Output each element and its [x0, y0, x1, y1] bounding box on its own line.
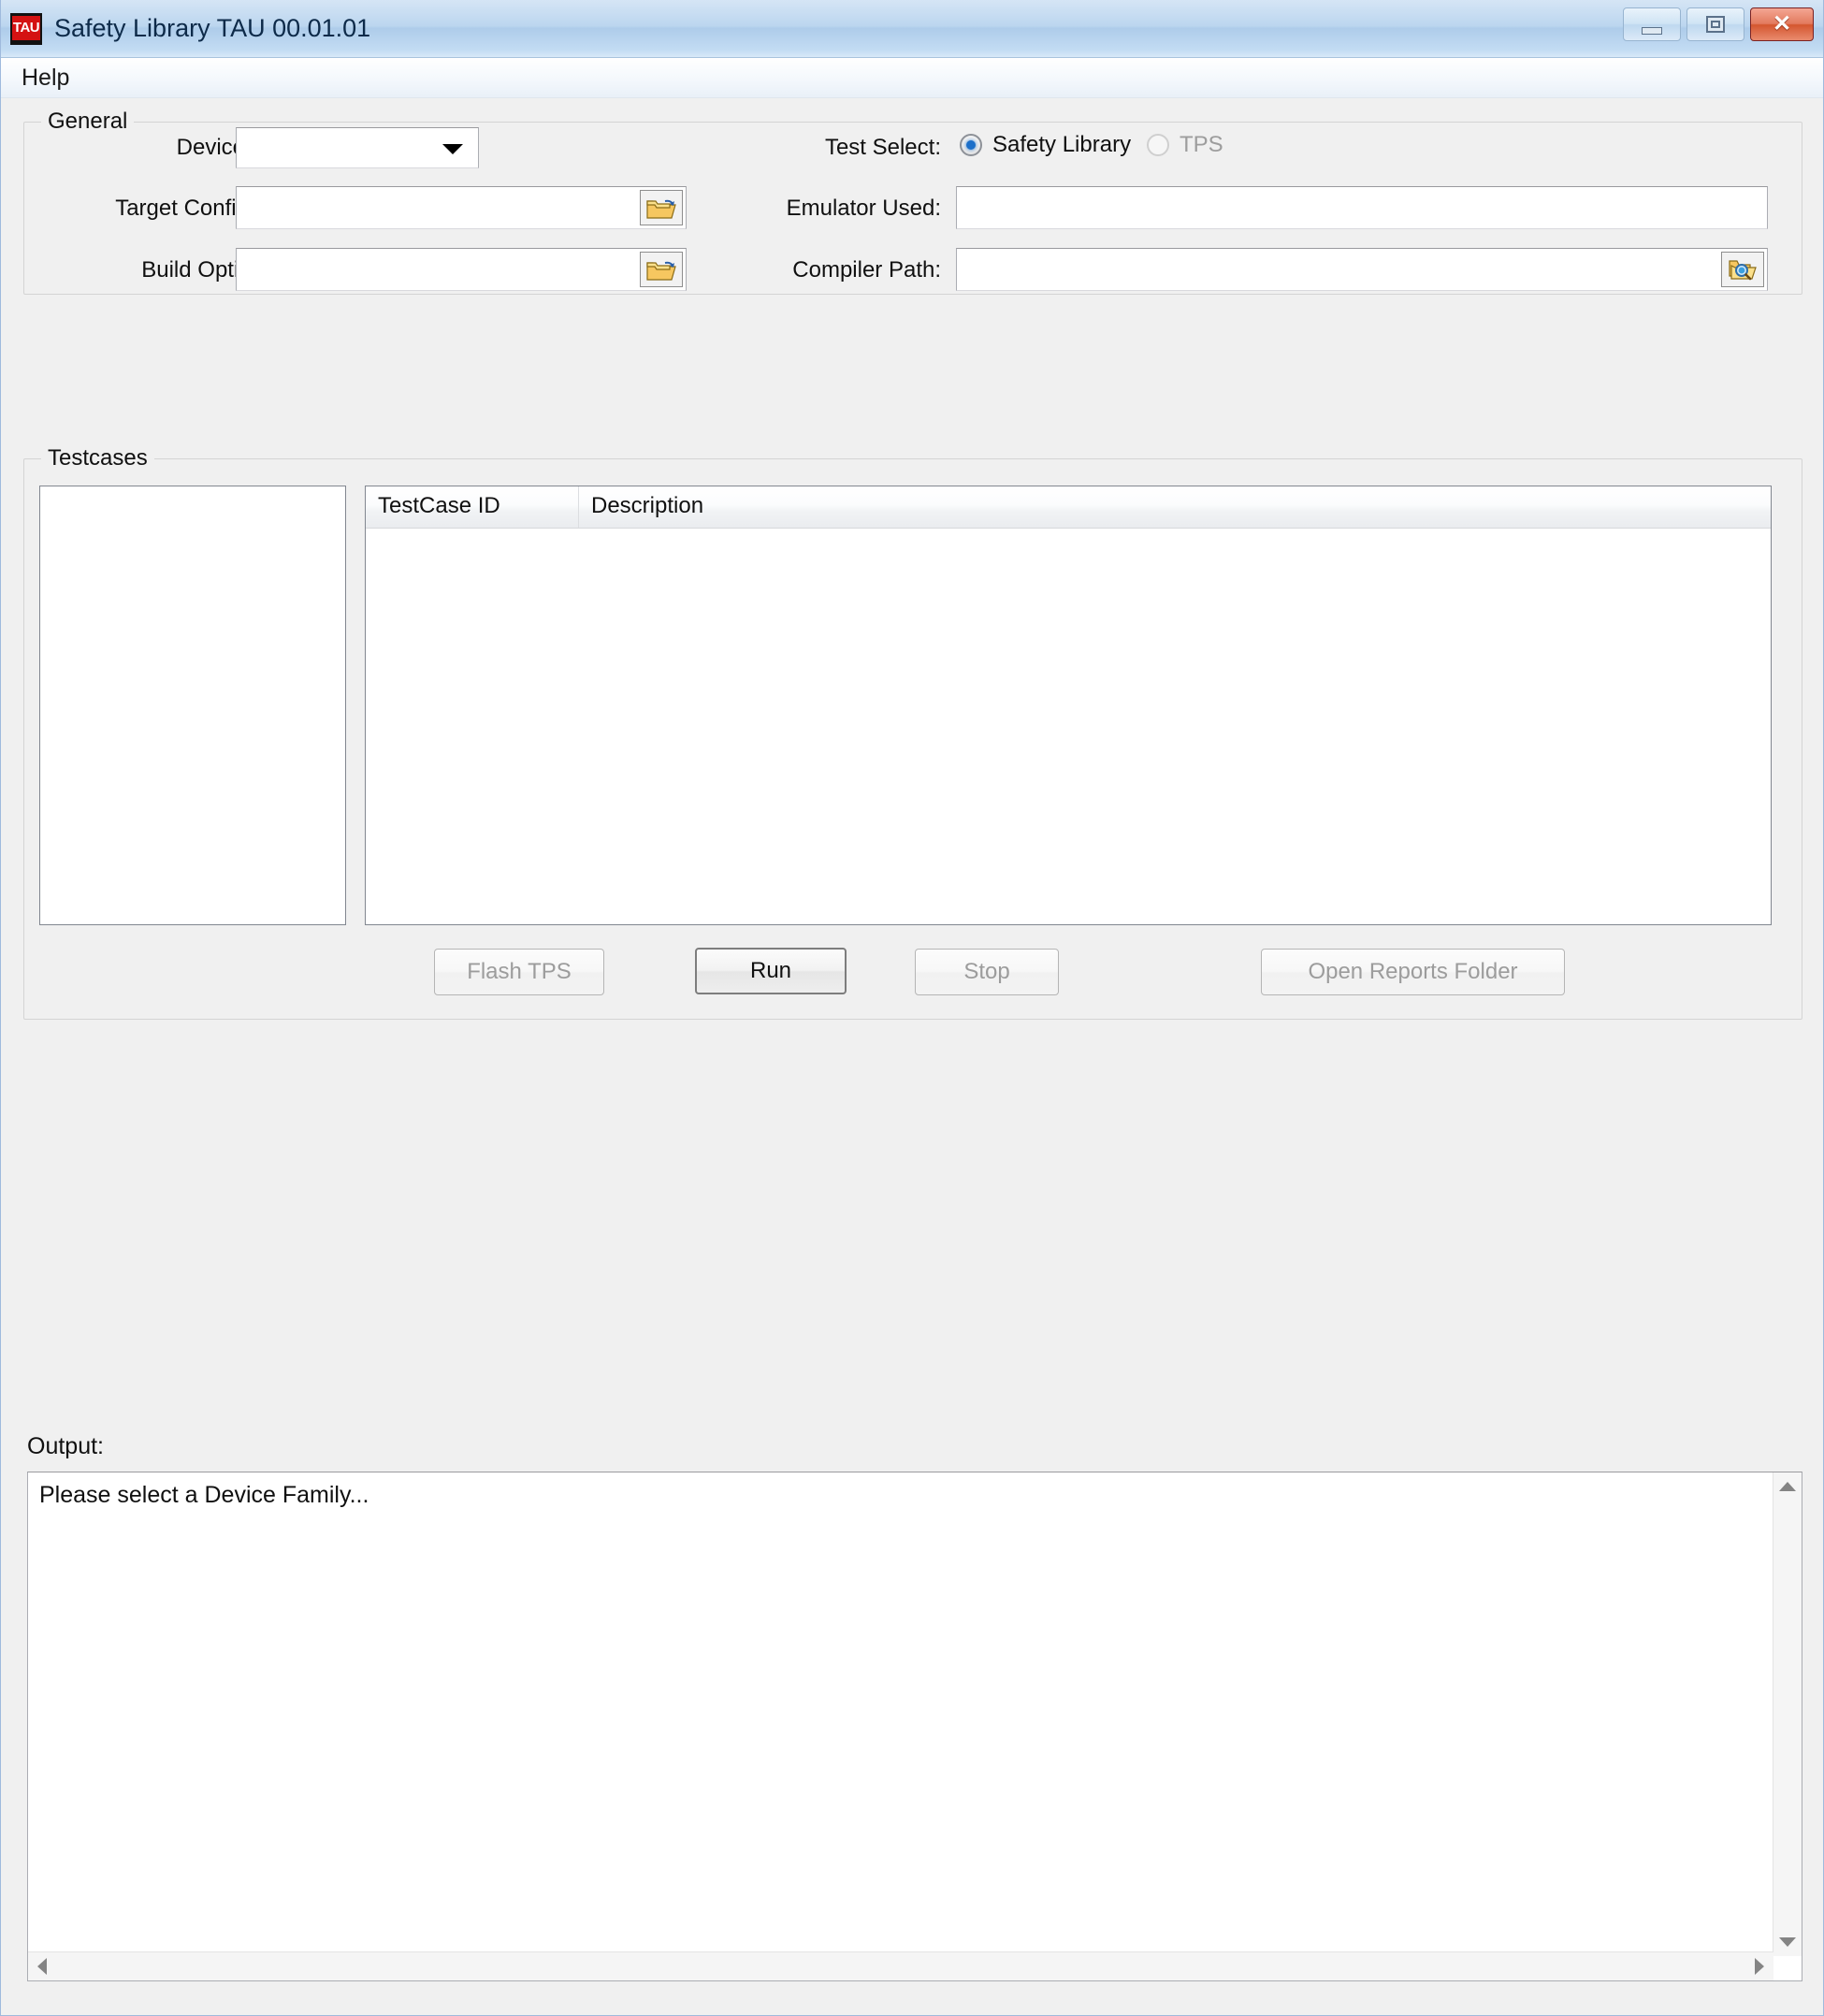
minimize-icon [1642, 26, 1662, 35]
window-title: Safety Library TAU 00.01.01 [54, 14, 371, 42]
column-header-description[interactable]: Description [579, 486, 1771, 528]
test-select-option-safety-library[interactable]: Safety Library [960, 132, 1131, 158]
radio-tps-icon [1147, 134, 1169, 156]
testcases-grid-header: TestCase ID Description [366, 486, 1771, 529]
emulator-used-input[interactable] [956, 186, 1768, 229]
build-options-file-input[interactable] [236, 248, 687, 291]
compiler-path-label: Compiler Path: [792, 257, 941, 283]
compiler-path-browse-button[interactable] [1721, 252, 1764, 287]
testcases-group: Testcases TestCase ID Description Flash … [23, 445, 1802, 1020]
output-horizontal-scrollbar[interactable] [28, 1951, 1773, 1980]
testcases-group-title: Testcases [41, 445, 154, 471]
target-configuration-value [237, 187, 686, 198]
title-bar: TAU Safety Library TAU 00.01.01 ✕ [1, 0, 1823, 58]
scroll-left-arrow-icon[interactable] [37, 1958, 47, 1975]
scroll-up-arrow-icon[interactable] [1779, 1482, 1796, 1491]
compiler-path-value [957, 249, 1767, 260]
flash-tps-button[interactable]: Flash TPS [434, 949, 604, 995]
minimize-button[interactable] [1623, 7, 1681, 41]
window-controls: ✕ [1623, 7, 1814, 41]
device-family-value [237, 128, 478, 139]
general-group: General Device Family: Target Configurat… [23, 109, 1802, 295]
menu-bar: Help [1, 58, 1823, 98]
open-reports-folder-button[interactable]: Open Reports Folder [1261, 949, 1565, 995]
emulator-used-value [957, 187, 1767, 198]
test-select-label: Test Select: [824, 135, 941, 160]
radio-safety-library-icon [960, 134, 982, 156]
test-select-option-tps[interactable]: TPS [1147, 132, 1223, 158]
target-configuration-input[interactable] [236, 186, 687, 229]
scroll-right-arrow-icon[interactable] [1755, 1958, 1764, 1975]
radio-tps-label: TPS [1180, 132, 1223, 157]
folder-search-icon [1729, 260, 1757, 281]
maximize-icon [1706, 16, 1725, 33]
maximize-button[interactable] [1686, 7, 1744, 41]
menu-item-help[interactable]: Help [14, 63, 77, 94]
chevron-down-icon [442, 144, 463, 154]
close-button[interactable]: ✕ [1750, 7, 1814, 41]
app-window: TAU Safety Library TAU 00.01.01 ✕ Help G… [0, 0, 1824, 2016]
testcase-group-listbox[interactable] [39, 486, 346, 925]
radio-safety-library-label: Safety Library [992, 132, 1132, 157]
run-button[interactable]: Run [695, 948, 847, 994]
general-group-title: General [41, 109, 135, 135]
close-icon: ✕ [1772, 11, 1792, 36]
output-textarea[interactable]: Please select a Device Family... [27, 1472, 1802, 1981]
device-family-combo[interactable] [236, 127, 479, 168]
testcases-grid[interactable]: TestCase ID Description [365, 486, 1772, 925]
scroll-down-arrow-icon[interactable] [1779, 1937, 1796, 1947]
emulator-used-label: Emulator Used: [786, 196, 941, 221]
compiler-path-input[interactable] [956, 248, 1768, 291]
output-vertical-scrollbar[interactable] [1773, 1472, 1802, 1956]
column-header-testcase-id[interactable]: TestCase ID [366, 486, 579, 528]
stop-button[interactable]: Stop [915, 949, 1059, 995]
output-label: Output: [27, 1433, 104, 1459]
build-options-file-value [237, 249, 686, 260]
output-text: Please select a Device Family... [39, 1482, 369, 1508]
tau-app-icon: TAU [10, 12, 42, 45]
